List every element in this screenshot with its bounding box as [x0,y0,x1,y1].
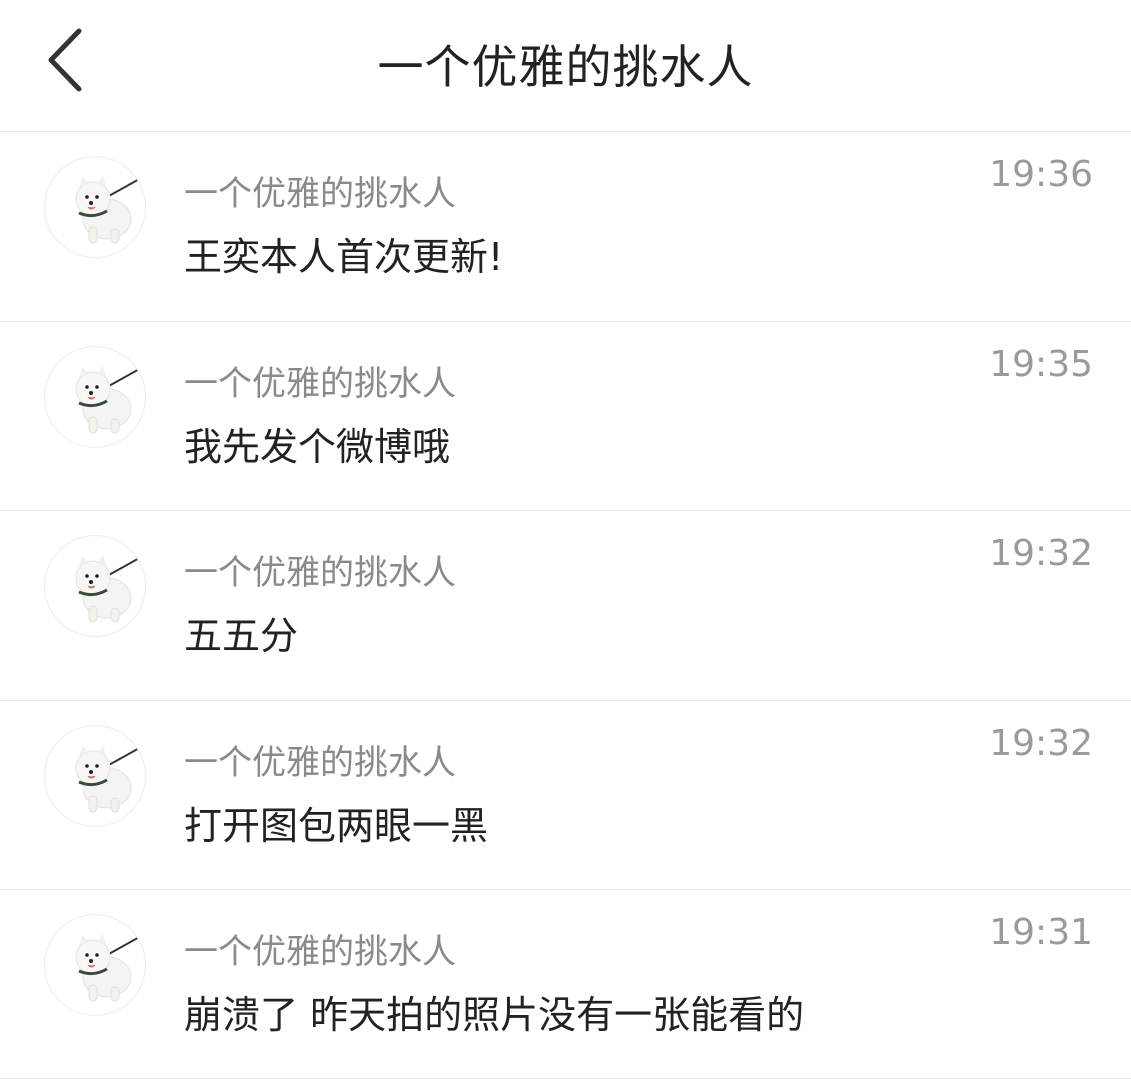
white-dog-avatar-icon[interactable] [44,156,146,258]
sender-name: 一个优雅的挑水人 [184,553,456,593]
message-list: 一个优雅的挑水人 王奕本人首次更新! 19:36 一个优雅的挑水人 我先发个微博… [0,131,1131,1079]
message-text: 崩溃了 昨天拍的照片没有一张能看的 [184,993,805,1037]
message-text: 我先发个微博哦 [184,424,451,469]
white-dog-avatar-icon[interactable] [44,724,146,827]
page-title: 一个优雅的挑水人 [377,39,754,94]
white-dog-avatar-icon[interactable] [44,914,146,1016]
sender-name: 一个优雅的挑水人 [184,932,456,972]
message-text: 打开图包两眼一黑 [184,803,489,848]
chevron-left-icon [45,27,85,97]
top-bar: 一个优雅的挑水人 [0,0,1131,131]
message-time: 19:36 [989,154,1093,195]
back-button[interactable] [30,22,100,102]
sender-name: 一个优雅的挑水人 [184,174,456,214]
list-item[interactable]: 一个优雅的挑水人 我先发个微博哦 19:35 [0,320,1131,510]
message-time: 19:31 [989,912,1093,953]
list-item[interactable]: 一个优雅的挑水人 打开图包两眼一黑 19:32 [0,699,1131,889]
message-time: 19:35 [989,343,1093,385]
list-item[interactable]: 一个优雅的挑水人 王奕本人首次更新! 19:36 [0,131,1131,321]
white-dog-avatar-icon[interactable] [44,535,146,637]
message-text: 王奕本人首次更新! [184,235,504,279]
white-dog-avatar-icon[interactable] [44,345,146,448]
sender-name: 一个优雅的挑水人 [184,363,456,404]
message-time: 19:32 [989,533,1093,574]
list-item[interactable]: 一个优雅的挑水人 崩溃了 昨天拍的照片没有一张能看的 19:31 [0,889,1131,1079]
sender-name: 一个优雅的挑水人 [184,742,456,783]
message-text: 五五分 [184,614,299,658]
list-item[interactable]: 一个优雅的挑水人 五五分 19:32 [0,510,1131,700]
message-time: 19:32 [989,722,1093,764]
